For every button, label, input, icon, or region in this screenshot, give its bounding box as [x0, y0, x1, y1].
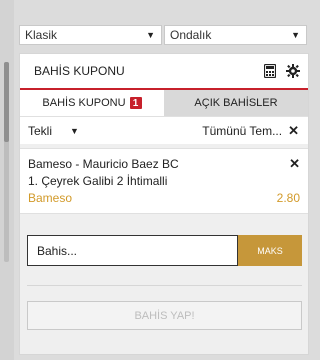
odds-settings: Klasik ▼ Ondalık ▼	[19, 25, 307, 45]
close-icon: ✕	[288, 122, 299, 138]
top-bar	[14, 0, 314, 22]
event-name: Bameso - Mauricio Baez BC	[28, 156, 179, 171]
chevron-down-icon: ▼	[146, 30, 155, 40]
gear-icon[interactable]	[286, 64, 300, 78]
max-stake-label: MAKS	[257, 245, 283, 256]
clear-all-button[interactable]: Tümünü Tem... ✕	[202, 123, 299, 139]
odds-format-value: Ondalık	[170, 28, 212, 42]
market-name: 1. Çeyrek Galibi 2 İhtimalli	[28, 173, 168, 188]
stake-row: Bahis... MAKS	[27, 235, 302, 266]
clear-all-label: Tümünü Tem...	[202, 123, 283, 138]
place-bet-label: BAHİS YAP!	[134, 309, 195, 322]
tab-open-bets[interactable]: AÇIK BAHİSLER	[164, 90, 308, 116]
tab-betslip-label: BAHİS KUPONU	[42, 97, 126, 109]
chevron-down-icon: ▼	[291, 30, 300, 40]
tab-betslip[interactable]: BAHİS KUPONU 1	[20, 90, 164, 116]
bet-selection-card: Bameso - Mauricio Baez BC ✕ 1. Çeyrek Ga…	[20, 148, 308, 214]
odds-type-select[interactable]: Klasik ▼	[19, 25, 162, 45]
stake-placeholder: Bahis...	[37, 243, 78, 258]
bet-mode-value: Tekli	[28, 123, 53, 138]
betslip-panel: BAHİS KUPONU BAHİS KUPONU 1 AÇIK BAHİSLE…	[19, 53, 309, 355]
tab-open-bets-label: AÇIK BAHİSLER	[194, 97, 278, 109]
odds-type-value: Klasik	[25, 28, 58, 42]
remove-selection-icon[interactable]: ✕	[289, 156, 300, 172]
divider	[27, 285, 302, 286]
place-bet-button[interactable]: BAHİS YAP!	[27, 301, 302, 330]
scrollbar-thumb[interactable]	[4, 62, 9, 142]
pick-odds: 2.80	[276, 190, 300, 205]
calculator-icon[interactable]	[264, 64, 276, 78]
bet-mode-select[interactable]: Tekli ▼	[28, 124, 79, 138]
bet-mode-row: Tekli ▼ Tümünü Tem... ✕	[20, 116, 308, 144]
odds-format-select[interactable]: Ondalık ▼	[164, 25, 307, 45]
selection-count-badge: 1	[129, 97, 142, 109]
chevron-down-icon: ▼	[70, 125, 79, 136]
pick-name: Bameso	[28, 190, 73, 205]
stake-input[interactable]: Bahis...	[27, 235, 238, 266]
max-stake-button[interactable]: MAKS	[238, 235, 302, 266]
left-panel-strip	[0, 0, 14, 360]
betslip-header: BAHİS KUPONU	[20, 54, 308, 90]
betslip-tabs: BAHİS KUPONU 1 AÇIK BAHİSLER	[20, 90, 308, 116]
betslip-title: BAHİS KUPONU	[34, 64, 125, 78]
